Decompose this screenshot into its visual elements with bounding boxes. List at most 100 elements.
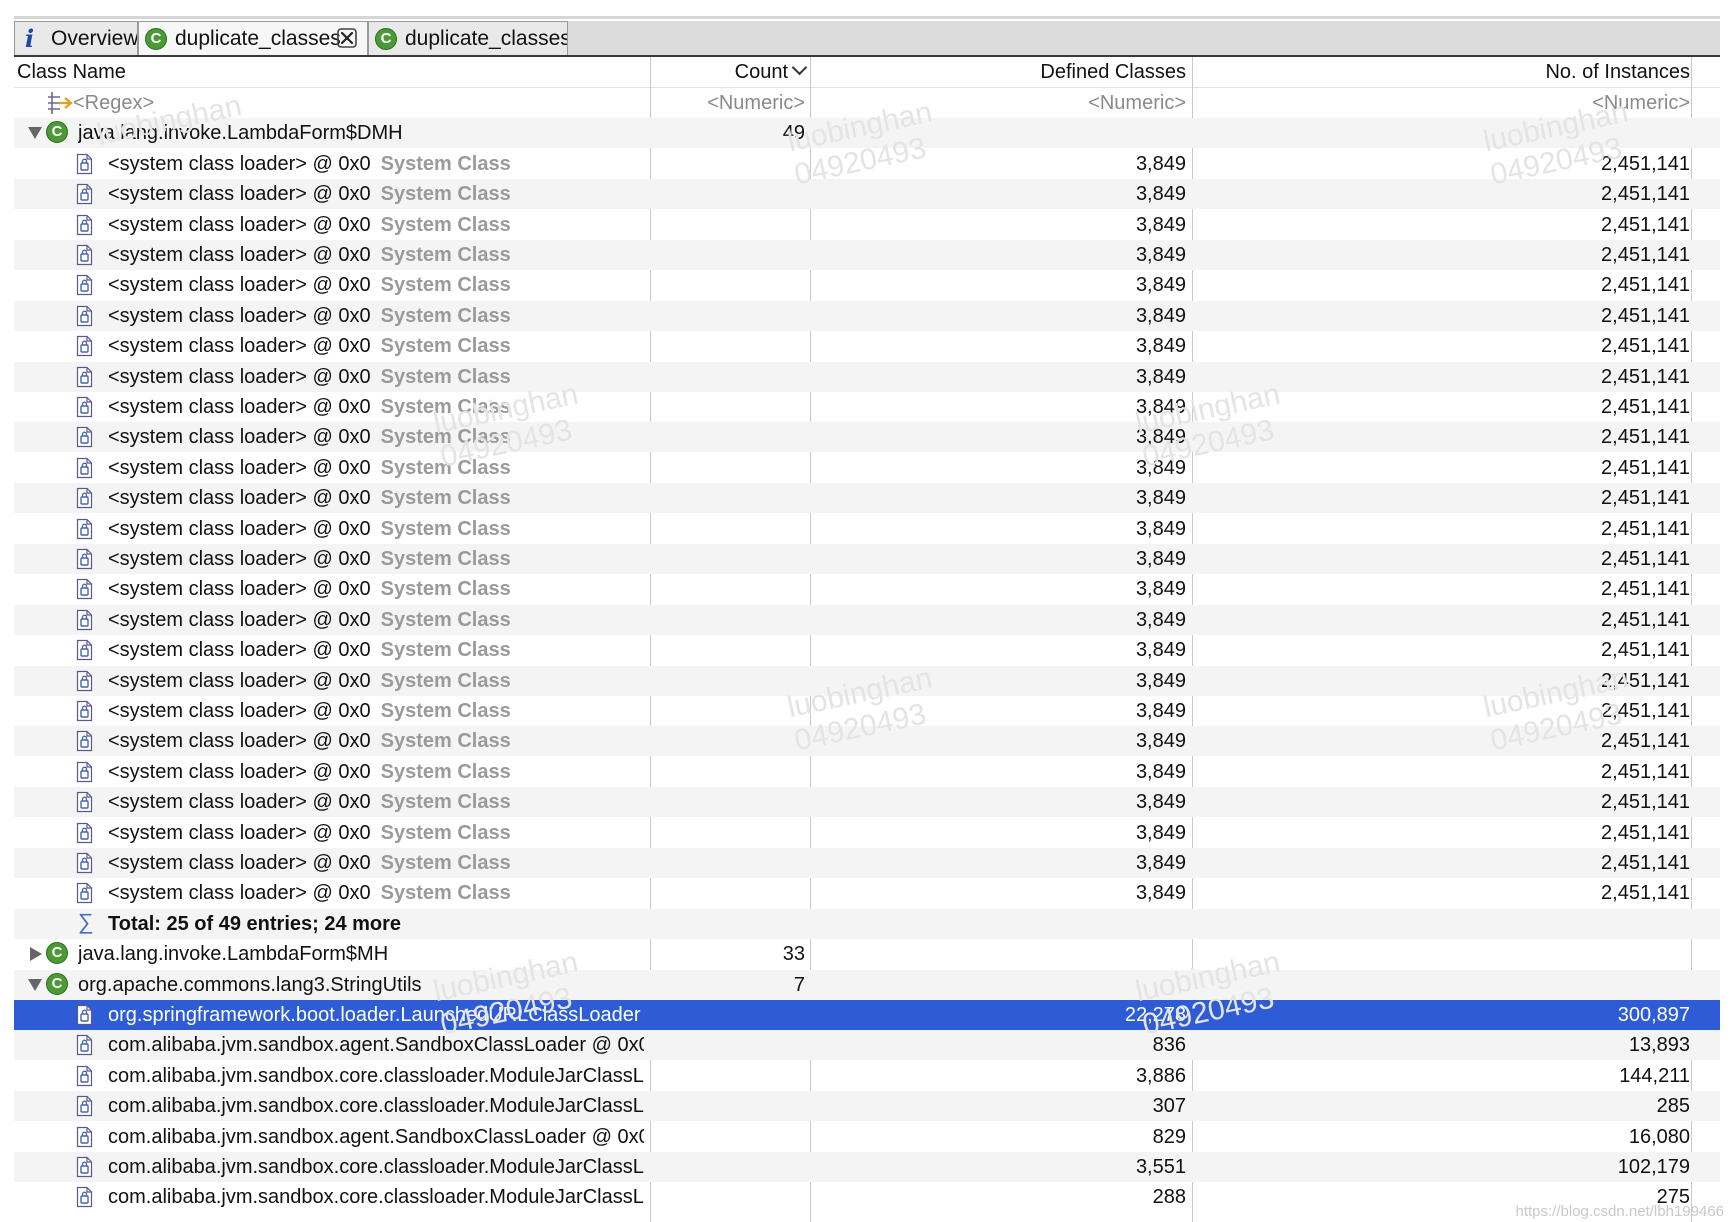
classloader-row[interactable]: <system class loader> @ 0x0 System Class 3… xyxy=(14,362,1720,392)
classloader-row[interactable]: <system class loader> @ 0x0 System Class 3… xyxy=(14,635,1720,665)
class-row[interactable]: Corg.apache.commons.lang3.StringUtils 7 xyxy=(14,970,1720,1000)
classloader-icon xyxy=(76,609,93,631)
defined-classes-value: 3,849 xyxy=(1135,335,1186,357)
classloader-icon xyxy=(76,457,93,479)
tab-duplicate-classes[interactable]: C duplicate_classes xyxy=(368,21,568,55)
classloader-label: <system class loader> @ 0x0 xyxy=(108,852,371,874)
classloader-label: <system class loader> @ 0x0 xyxy=(108,183,371,205)
defined-classes-value: 3,849 xyxy=(1135,609,1186,631)
classloader-row[interactable]: <system class loader> @ 0x0 System Class 3… xyxy=(14,574,1720,604)
classloader-name: <system class loader> @ 0x0 System Class xyxy=(108,301,644,331)
system-class-tag: System Class xyxy=(380,487,511,509)
classloader-row[interactable]: <system class loader> @ 0x0 System Class 3… xyxy=(14,240,1720,270)
classloader-row[interactable]: <system class loader> @ 0x0 System Class 3… xyxy=(14,605,1720,635)
class-row[interactable]: Cjava.lang.invoke.LambdaForm$MH 33 xyxy=(14,939,1720,969)
collapse-triangle-icon[interactable] xyxy=(28,127,42,139)
classloader-label: <system class loader> @ 0x0 xyxy=(108,609,371,631)
classloader-row[interactable]: <system class loader> @ 0x0 System Class 3… xyxy=(14,149,1720,179)
classloader-row[interactable]: <system class loader> @ 0x0 System Class 3… xyxy=(14,878,1720,908)
system-class-tag: System Class xyxy=(380,670,511,692)
classloader-row[interactable]: <system class loader> @ 0x0 System Class 3… xyxy=(14,422,1720,452)
instances-value: 2,451,141 xyxy=(1601,426,1690,448)
classloader-name: <system class loader> @ 0x0 System Class xyxy=(108,848,644,878)
system-class-tag: System Class xyxy=(380,761,511,783)
classloader-row[interactable]: <system class loader> @ 0x0 System Class 3… xyxy=(14,270,1720,300)
classloader-row[interactable]: <system class loader> @ 0x0 System Class 3… xyxy=(14,818,1720,848)
classloader-label: <system class loader> @ 0x0 xyxy=(108,639,371,661)
classloader-label: <system class loader> @ 0x0 xyxy=(108,761,371,783)
defined-filter-input[interactable]: <Numeric> xyxy=(810,88,1186,118)
classloader-name: com.alibaba.jvm.sandbox.agent.SandboxCla… xyxy=(108,1030,644,1060)
classloader-icon xyxy=(76,882,93,904)
classloader-label: <system class loader> @ 0x0 xyxy=(108,487,371,509)
classloader-row[interactable]: <system class loader> @ 0x0 System Class 3… xyxy=(14,696,1720,726)
classloader-icon xyxy=(76,1186,93,1208)
column-header-instances[interactable]: No. of Instances xyxy=(1192,57,1690,87)
class-icon: C xyxy=(46,942,68,964)
table-header: Class Name Count Defined Classes No. of … xyxy=(14,57,1720,88)
tab-overview[interactable]: i Overview xyxy=(14,21,138,55)
classloader-row[interactable]: com.alibaba.jvm.sandbox.agent.SandboxCla… xyxy=(14,1122,1720,1152)
classloader-name: com.alibaba.jvm.sandbox.agent.SandboxCla… xyxy=(108,1122,644,1152)
defined-classes-value: 3,849 xyxy=(1135,487,1186,509)
class-icon: C xyxy=(145,28,167,50)
classloader-label: com.alibaba.jvm.sandbox.core.classloader… xyxy=(108,1095,644,1117)
classloader-row[interactable]: <system class loader> @ 0x0 System Class 3… xyxy=(14,787,1720,817)
classloader-row[interactable]: <system class loader> @ 0x0 System Class 3… xyxy=(14,726,1720,756)
collapse-triangle-icon[interactable] xyxy=(28,979,42,991)
close-icon[interactable] xyxy=(336,27,358,49)
system-class-tag: System Class xyxy=(380,426,511,448)
defined-classes-value: 3,849 xyxy=(1135,822,1186,844)
regex-filter-input[interactable]: <Regex> xyxy=(73,88,154,118)
classloader-row[interactable]: <system class loader> @ 0x0 System Class 3… xyxy=(14,666,1720,696)
classloader-icon xyxy=(76,426,93,448)
instances-value: 2,451,141 xyxy=(1601,396,1690,418)
classloader-row[interactable]: <system class loader> @ 0x0 System Class 3… xyxy=(14,392,1720,422)
classloader-row[interactable]: <system class loader> @ 0x0 System Class 3… xyxy=(14,179,1720,209)
system-class-tag: System Class xyxy=(380,396,511,418)
filter-row[interactable]: <Regex> <Numeric> <Numeric> <Numeric> xyxy=(14,88,1720,118)
system-class-tag: System Class xyxy=(380,366,511,388)
column-header-defined-classes[interactable]: Defined Classes xyxy=(810,57,1186,87)
classloader-row[interactable]: com.alibaba.jvm.sandbox.core.classloader… xyxy=(14,1091,1720,1121)
instances-value: 2,451,141 xyxy=(1601,700,1690,722)
column-header-count[interactable]: Count xyxy=(650,57,808,87)
expand-triangle-icon[interactable] xyxy=(30,947,42,961)
column-header-class-name[interactable]: Class Name xyxy=(17,57,126,87)
classloader-row[interactable]: <system class loader> @ 0x0 System Class 3… xyxy=(14,301,1720,331)
class-row[interactable]: Cjava.lang.invoke.LambdaForm$DMH 49 xyxy=(14,118,1720,148)
defined-classes-value: 3,849 xyxy=(1135,518,1186,540)
defined-classes-value: 307 xyxy=(1152,1095,1186,1117)
classloader-name: <system class loader> @ 0x0 System Class xyxy=(108,210,644,240)
total-row[interactable]: ∑ Total: 25 of 49 entries; 24 more xyxy=(14,909,1720,939)
classloader-row[interactable]: <system class loader> @ 0x0 System Class 3… xyxy=(14,514,1720,544)
classloader-name: <system class loader> @ 0x0 System Class xyxy=(108,878,644,908)
total-entries-text[interactable]: Total: 25 of 49 entries; 24 more xyxy=(108,909,401,939)
defined-classes-value: 3,849 xyxy=(1135,791,1186,813)
classloader-name: <system class loader> @ 0x0 System Class xyxy=(108,331,644,361)
classloader-row[interactable]: <system class loader> @ 0x0 System Class 3… xyxy=(14,331,1720,361)
instances-value: 2,451,141 xyxy=(1601,609,1690,631)
classloader-row[interactable]: com.alibaba.jvm.sandbox.core.classloader… xyxy=(14,1152,1720,1182)
count-value: 33 xyxy=(782,943,805,965)
classloader-row[interactable]: <system class loader> @ 0x0 System Class 3… xyxy=(14,544,1720,574)
classloader-row[interactable]: com.alibaba.jvm.sandbox.core.classloader… xyxy=(14,1182,1720,1212)
instances-value: 2,451,141 xyxy=(1601,518,1690,540)
classloader-label: <system class loader> @ 0x0 xyxy=(108,214,371,236)
classloader-row[interactable]: <system class loader> @ 0x0 System Class 3… xyxy=(14,483,1720,513)
count-filter-input[interactable]: <Numeric> xyxy=(650,88,805,118)
instances-value: 2,451,141 xyxy=(1601,791,1690,813)
instances-filter-input[interactable]: <Numeric> xyxy=(1192,88,1690,118)
class-name: java.lang.invoke.LambdaForm$MH xyxy=(78,943,389,965)
classloader-row[interactable]: com.alibaba.jvm.sandbox.agent.SandboxCla… xyxy=(14,1030,1720,1060)
tab-duplicate-classes-active[interactable]: C duplicate_classes xyxy=(138,21,368,55)
class-icon: C xyxy=(375,28,397,50)
tab-label: duplicate_classes xyxy=(405,27,568,50)
classloader-row[interactable]: <system class loader> @ 0x0 System Class 3… xyxy=(14,453,1720,483)
classloader-row[interactable]: <system class loader> @ 0x0 System Class 3… xyxy=(14,210,1720,240)
classloader-row[interactable]: <system class loader> @ 0x0 System Class 3… xyxy=(14,848,1720,878)
classloader-row[interactable]: <system class loader> @ 0x0 System Class 3… xyxy=(14,757,1720,787)
classloader-row[interactable]: org.springframework.boot.loader.Launched… xyxy=(14,1000,1720,1030)
classloader-row[interactable]: com.alibaba.jvm.sandbox.core.classloader… xyxy=(14,1061,1720,1091)
classloader-label: <system class loader> @ 0x0 xyxy=(108,730,371,752)
